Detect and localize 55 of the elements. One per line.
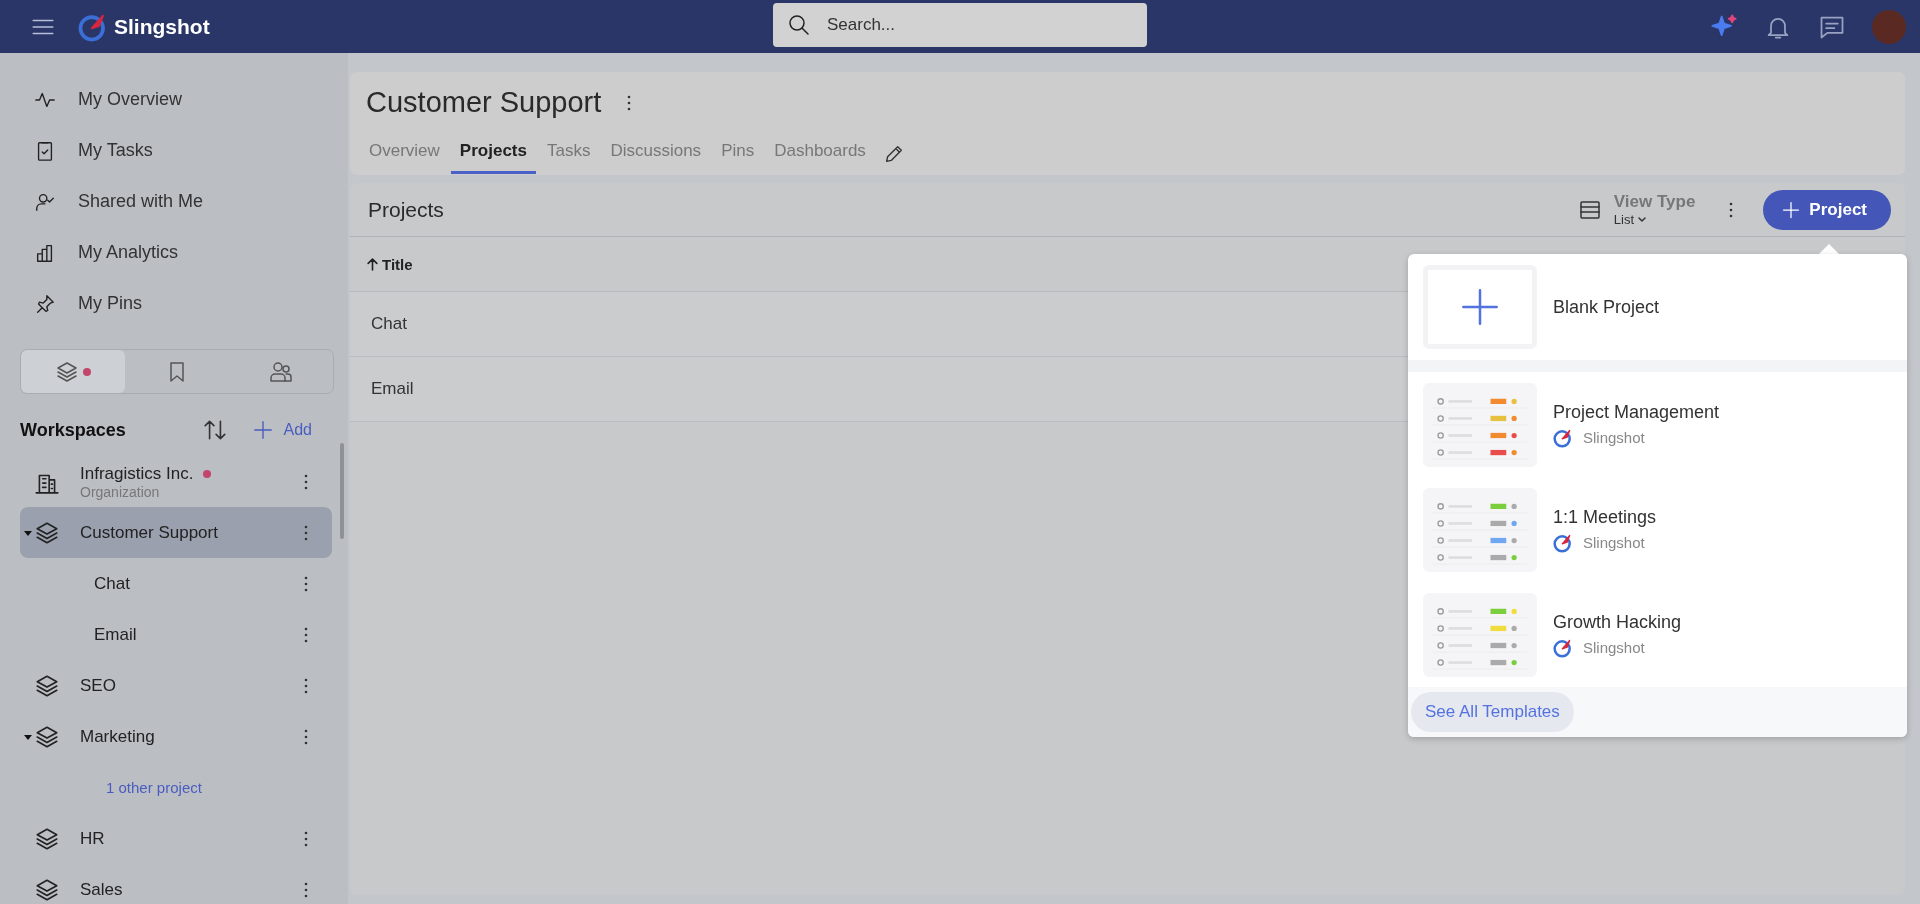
search-field[interactable]: Search... [773, 3, 1147, 47]
workspace-name: Infragistics Inc. [80, 463, 194, 484]
workspace-name: HR [80, 828, 105, 849]
nav-item[interactable]: My Tasks [20, 125, 348, 176]
workspace-type: Organization [80, 483, 161, 500]
table-cell: Email [371, 379, 414, 399]
chevron-down-icon [1637, 214, 1647, 225]
plus-icon [1460, 287, 1500, 327]
layers-icon [55, 359, 79, 384]
rocket-logo-icon [1553, 427, 1573, 448]
page-title: Customer Support [366, 86, 602, 119]
template-item[interactable]: Growth Hacking Slingshot [1408, 582, 1907, 687]
table-cell: Chat [371, 314, 407, 334]
template-item[interactable]: Project Management Slingshot [1408, 372, 1907, 477]
section-title: Workspaces [20, 419, 127, 441]
workspace-item[interactable]: Customer Support [20, 507, 332, 558]
people-icon [269, 359, 293, 384]
workspace-name: Sales [80, 879, 123, 900]
workspace-item[interactable]: HR [20, 813, 332, 864]
template-author: Slingshot [1583, 534, 1645, 551]
nav-item[interactable]: Shared with Me [20, 176, 348, 227]
template-name: Project Management [1553, 401, 1720, 423]
pushpin-icon [34, 292, 56, 315]
view-tab[interactable] [21, 350, 125, 393]
panel-title: Projects [368, 197, 445, 222]
project-item[interactable]: Chat [20, 558, 332, 609]
template-name: 1:1 Meetings [1553, 506, 1657, 528]
rocket-logo-icon [1553, 532, 1573, 553]
search-icon [787, 13, 811, 37]
see-all-templates-link[interactable]: See All Templates [1411, 692, 1574, 732]
template-item[interactable]: 1:1 Meetings Slingshot [1408, 477, 1907, 582]
app-name: Slingshot [114, 14, 210, 39]
workspace-item[interactable]: Sales [20, 864, 332, 904]
column-header[interactable]: Title [366, 255, 413, 273]
plus-icon [251, 419, 274, 441]
template-author: Slingshot [1583, 429, 1645, 446]
tab[interactable]: Projects [450, 133, 536, 174]
workspace-name: SEO [80, 675, 116, 696]
nav-item[interactable]: My Analytics [20, 227, 348, 278]
template-name: Growth Hacking [1553, 611, 1682, 633]
workspace-item[interactable]: Infragistics Inc. Organization [20, 456, 332, 507]
template-author: Slingshot [1583, 639, 1645, 656]
menu-item[interactable]: Blank Project [1408, 254, 1907, 360]
view-type-selector[interactable]: View Type List [1571, 191, 1702, 228]
rocket-logo-icon [1553, 637, 1573, 658]
nav-item[interactable]: My Overview [20, 74, 348, 125]
nav-item[interactable]: My Pins [20, 278, 348, 329]
project-item[interactable]: Email [20, 609, 332, 660]
plus-icon [1781, 199, 1802, 220]
workspace-item[interactable]: SEO [20, 660, 332, 711]
workspace-name: Marketing [80, 726, 155, 747]
new-project-button[interactable]: Project [1763, 189, 1891, 230]
scrollbar-thumb[interactable] [340, 443, 344, 539]
workspace-name: Customer Support [80, 522, 218, 543]
workspace-item[interactable]: Marketing [20, 711, 332, 762]
